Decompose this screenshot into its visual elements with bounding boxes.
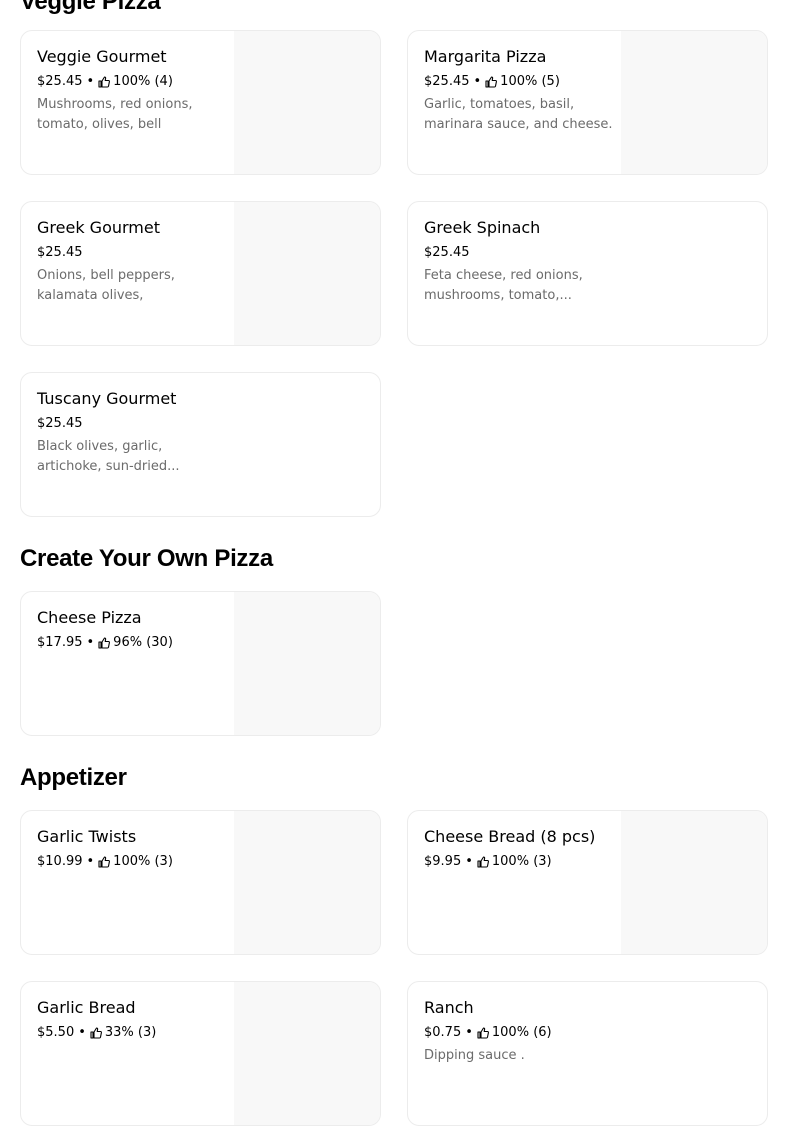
item-description: Onions, bell peppers, kalamata olives, t… <box>37 268 175 303</box>
menu-item-greek-gourmet[interactable]: Greek Gourmet $25.45 Onions, bell pepper… <box>20 201 381 346</box>
item-price: $10.99 <box>37 854 83 869</box>
item-name: Margarita Pizza <box>424 47 547 66</box>
item-price: $25.45 <box>37 74 83 89</box>
item-name: Garlic Twists <box>37 827 137 846</box>
menu-item-margarita-pizza[interactable]: Margarita Pizza $25.45 • 100% (5) Garlic… <box>407 30 768 175</box>
section-title-appetizer: Appetizer <box>20 764 127 791</box>
item-rating: 100% (4) <box>113 74 173 89</box>
item-image-placeholder <box>234 202 380 345</box>
menu-item-garlic-bread[interactable]: Garlic Bread $5.50 • 33% (3) <box>20 981 381 1126</box>
separator-dot: • <box>473 74 482 89</box>
item-meta: $5.50 • 33% (3) <box>37 1024 156 1041</box>
menu-item-cheese-bread[interactable]: Cheese Bread (8 pcs) $9.95 • 100% (3) <box>407 810 768 955</box>
menu-item-veggie-gourmet[interactable]: Veggie Gourmet $25.45 • 100% (4) Mushroo… <box>20 30 381 175</box>
menu-item-garlic-twists[interactable]: Garlic Twists $10.99 • 100% (3) <box>20 810 381 955</box>
item-description: Dipping sauce . <box>424 1048 525 1063</box>
item-image-placeholder <box>234 592 380 735</box>
item-name: Ranch <box>424 998 474 1017</box>
item-description: Mushrooms, red onions, tomato, olives, b… <box>37 97 193 132</box>
item-price: $25.45 <box>424 245 470 260</box>
thumbs-up-icon <box>477 1026 489 1039</box>
item-meta: $25.45 • 100% (5) <box>424 73 560 90</box>
separator-dot: • <box>86 635 95 650</box>
item-meta: $25.45 <box>37 244 83 261</box>
separator-dot: • <box>86 854 95 869</box>
thumbs-up-icon <box>98 636 111 649</box>
item-rating: 100% (5) <box>500 74 560 89</box>
item-price: $25.45 <box>424 74 470 89</box>
item-price: $5.50 <box>37 1025 75 1040</box>
item-meta: $25.45 • 100% (4) <box>37 73 173 90</box>
menu-item-cheese-pizza[interactable]: Cheese Pizza $17.95 • 96% (30) <box>20 591 381 736</box>
separator-dot: • <box>78 1025 86 1040</box>
item-price: $0.75 <box>424 1025 462 1040</box>
thumbs-up-icon <box>98 75 111 88</box>
item-name: Tuscany Gourmet <box>37 389 177 408</box>
item-image-placeholder <box>621 811 767 954</box>
item-name: Cheese Bread (8 pcs) <box>424 827 596 846</box>
menu-item-greek-spinach[interactable]: Greek Spinach $25.45 Feta cheese, red on… <box>407 201 768 346</box>
item-description: Garlic, tomatoes, basil, marinara sauce,… <box>424 97 613 132</box>
item-rating: 33% (3) <box>104 1025 157 1040</box>
section-title-create-your-own-pizza: Create Your Own Pizza <box>20 545 273 572</box>
item-meta: $17.95 • 96% (30) <box>37 634 173 651</box>
item-meta: $25.45 <box>424 244 470 261</box>
thumbs-up-icon <box>477 855 489 868</box>
item-rating: 100% (3) <box>491 854 552 869</box>
item-name: Greek Spinach <box>424 218 541 237</box>
separator-dot: • <box>86 74 95 89</box>
item-meta: $9.95 • 100% (3) <box>424 853 552 870</box>
thumbs-up-icon <box>485 75 498 88</box>
item-price: $9.95 <box>424 854 462 869</box>
item-meta: $10.99 • 100% (3) <box>37 853 173 870</box>
item-meta: $0.75 • 100% (6) <box>424 1024 552 1041</box>
item-rating: 100% (6) <box>491 1025 552 1040</box>
item-rating: 100% (3) <box>113 854 173 869</box>
separator-dot: • <box>465 1025 473 1040</box>
item-name: Cheese Pizza <box>37 608 142 627</box>
section-title-veggie-pizza: Veggie Pizza <box>20 0 161 15</box>
thumbs-up-icon <box>90 1026 102 1039</box>
item-image-placeholder <box>234 811 380 954</box>
item-description: Feta cheese, red onions, mushrooms, toma… <box>424 268 583 303</box>
item-image-placeholder <box>234 982 380 1125</box>
thumbs-up-icon <box>98 855 111 868</box>
item-name: Greek Gourmet <box>37 218 160 237</box>
item-image-placeholder <box>621 31 767 174</box>
separator-dot: • <box>465 854 473 869</box>
menu-item-tuscany-gourmet[interactable]: Tuscany Gourmet $25.45 Black olives, gar… <box>20 372 381 517</box>
item-image-placeholder <box>234 31 380 174</box>
item-price: $17.95 <box>37 635 83 650</box>
item-meta: $25.45 <box>37 415 83 432</box>
item-name: Garlic Bread <box>37 998 136 1017</box>
menu-item-ranch[interactable]: Ranch $0.75 • 100% (6) Dipping sauce . <box>407 981 768 1126</box>
item-price: $25.45 <box>37 416 83 431</box>
item-description: Black olives, garlic, artichoke, sun-dri… <box>37 439 180 474</box>
item-price: $25.45 <box>37 245 83 260</box>
item-name: Veggie Gourmet <box>37 47 167 66</box>
item-rating: 96% (30) <box>113 635 173 650</box>
